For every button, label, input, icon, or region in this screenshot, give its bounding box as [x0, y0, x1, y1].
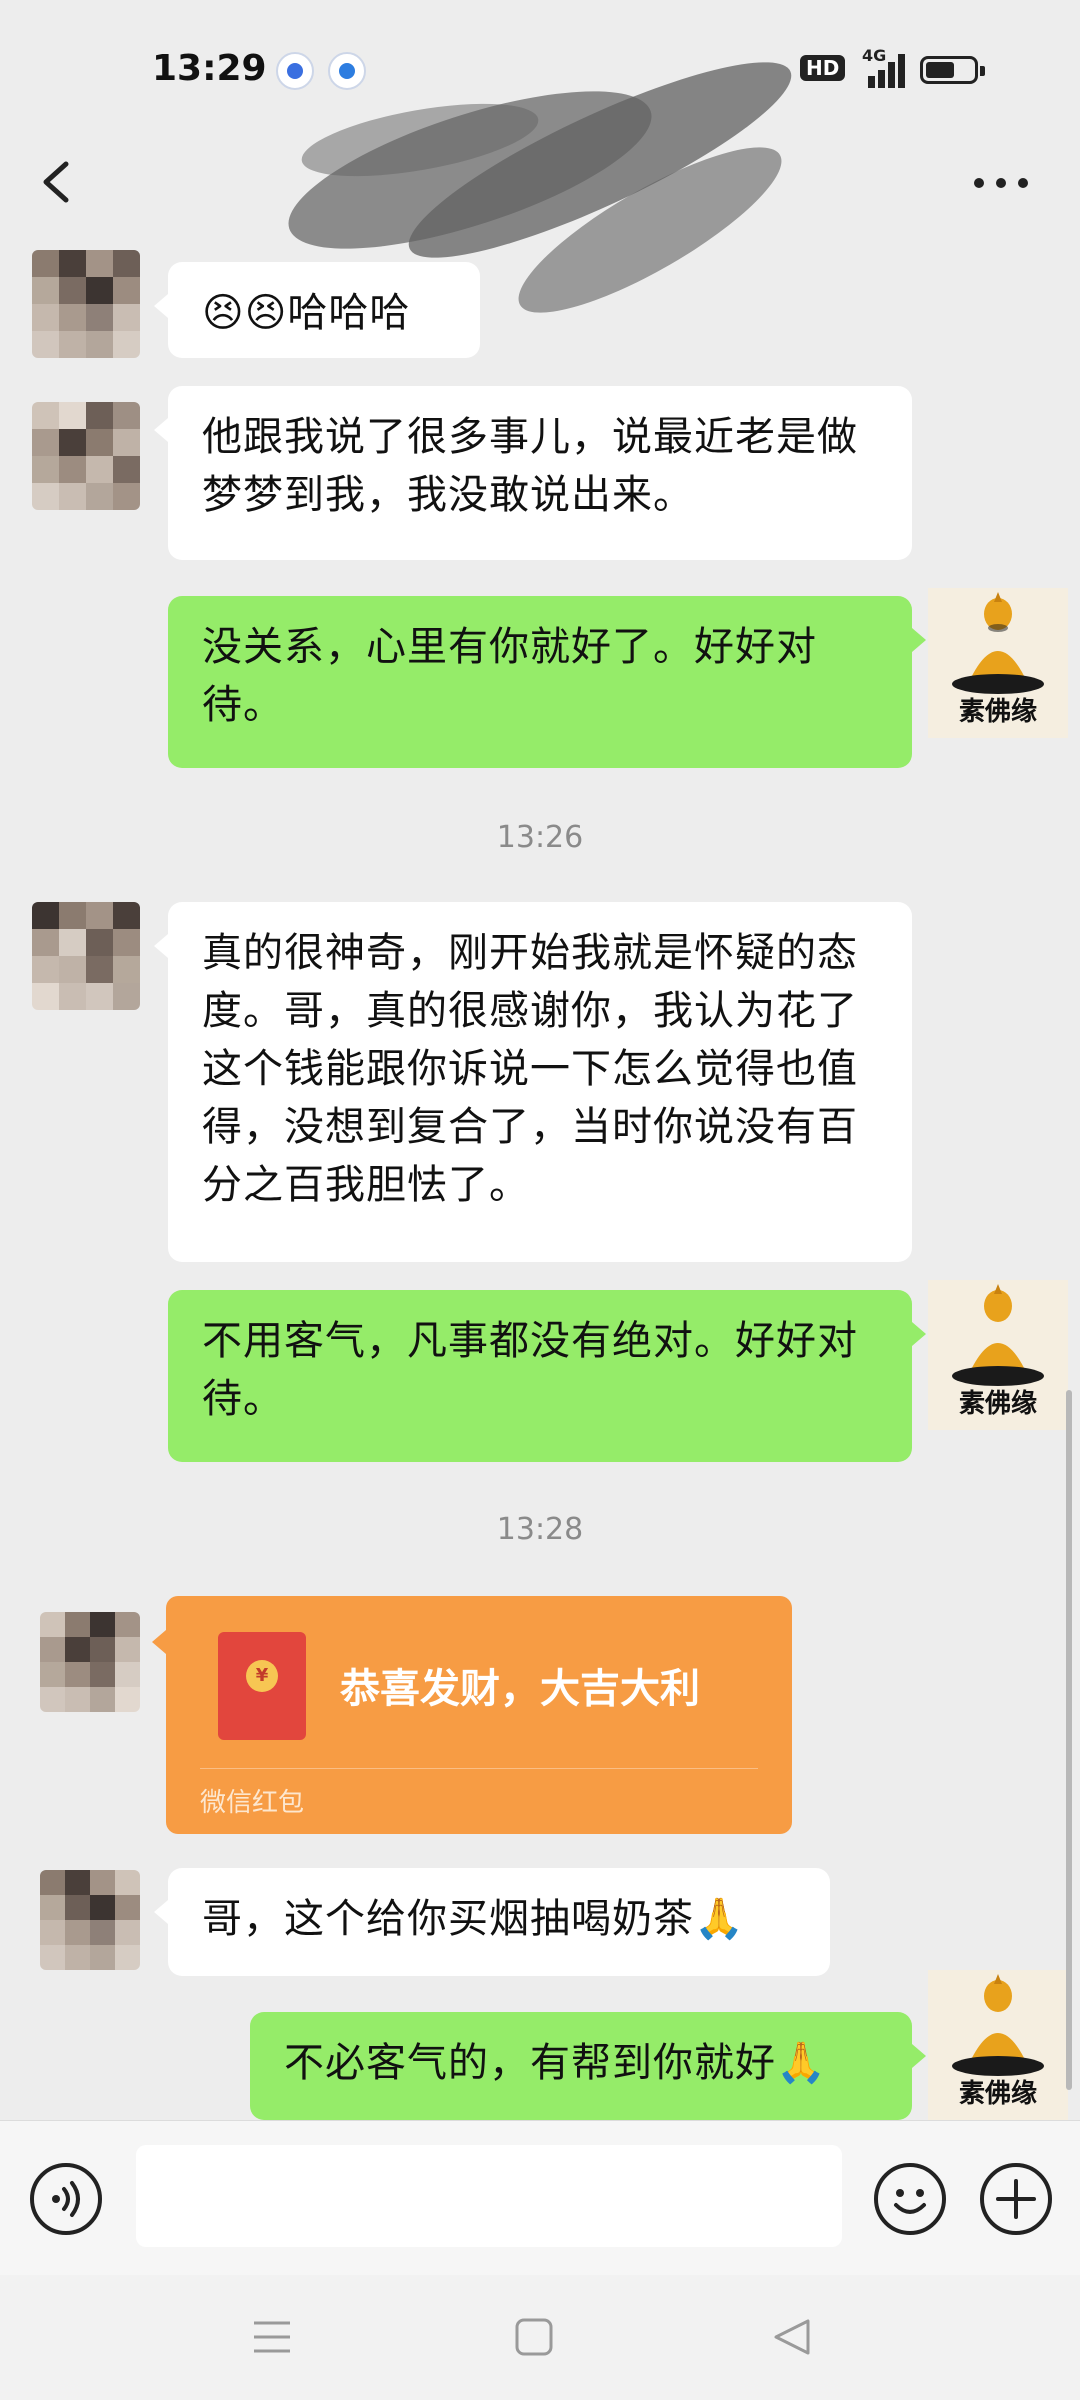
self-avatar-label: 素佛缘 [958, 697, 1037, 727]
iflytek-app-icon [328, 52, 366, 90]
red-packet-label: 微信红包 [200, 1788, 305, 1818]
status-time: 13:29 [152, 48, 267, 89]
buddha-icon [952, 1974, 1044, 2076]
plus-glyph [996, 2179, 1036, 2219]
coin-icon: ¥ [246, 1660, 278, 1692]
more-icon[interactable] [974, 178, 1030, 190]
message-bubble-incoming[interactable]: 哥，这个给你买烟抽喝奶茶🙏 [154, 1868, 830, 1976]
message-bubble-incoming[interactable]: 真的很神奇，刚开始我就是怀疑的态度。哥，真的很感谢你，我认为花了这个钱能跟你诉说… [154, 902, 912, 1262]
red-envelope-icon: ¥ [218, 1632, 306, 1740]
hd-badge: HD [800, 55, 846, 81]
contact-avatar[interactable] [32, 250, 140, 358]
message-timestamp: 13:28 [496, 1512, 584, 1547]
plus-icon[interactable] [980, 2163, 1052, 2235]
buddha-icon [952, 1284, 1044, 1386]
back-triangle-icon[interactable] [772, 2317, 812, 2357]
voice-wave-glyph [52, 2181, 80, 2217]
menu-icon[interactable] [252, 2319, 292, 2355]
self-avatar-label: 素佛缘 [958, 2079, 1037, 2109]
message-bubble-incoming[interactable]: 他跟我说了很多事儿，说最近老是做梦梦到我，我没敢说出来。 [154, 386, 912, 560]
chat-message-list[interactable]: 😣😣哈哈哈 他跟我说了很多事儿，说最近老是做梦梦到我，我没敢说出来。 没关系，心… [0, 250, 1080, 2120]
self-avatar[interactable]: 素佛缘 [928, 1280, 1068, 1430]
contact-avatar[interactable] [32, 902, 140, 1010]
red-packet-message[interactable]: ¥ 恭喜发财，大吉大利 微信红包 [152, 1596, 792, 1834]
message-timestamp: 13:26 [496, 820, 584, 855]
message-bubble-outgoing[interactable]: 没关系，心里有你就好了。好好对待。 [168, 596, 926, 768]
system-navigation-bar [0, 2275, 1080, 2400]
red-packet-divider [200, 1768, 758, 1769]
back-arrow-icon[interactable] [36, 160, 80, 204]
message-input[interactable] [136, 2145, 842, 2247]
input-bar [0, 2120, 1080, 2276]
baidu-app-icon [276, 52, 314, 90]
message-bubble-outgoing[interactable]: 不必客气的，有帮到你就好🙏 [250, 2012, 926, 2120]
red-packet-greeting: 恭喜发财，大吉大利 [340, 1666, 700, 1712]
voice-icon[interactable] [30, 2163, 102, 2235]
battery-icon [920, 56, 985, 84]
network-type-label: 4G [862, 46, 887, 65]
message-bubble-outgoing[interactable]: 不用客气，凡事都没有绝对。好好对待。 [168, 1290, 926, 1462]
contact-avatar[interactable] [40, 1612, 140, 1712]
self-avatar[interactable]: 素佛缘 [928, 588, 1068, 738]
buddha-icon [952, 592, 1044, 694]
smiley-glyph [894, 2189, 926, 2214]
contact-avatar[interactable] [40, 1870, 140, 1970]
status-bar: 13:29 HD 4G [0, 0, 1080, 140]
chat-header [0, 140, 1080, 250]
signal-icon: 4G [862, 46, 905, 88]
emoji-icon[interactable] [874, 2163, 946, 2235]
self-avatar-label: 素佛缘 [958, 1389, 1037, 1419]
message-bubble-incoming[interactable]: 😣😣哈哈哈 [154, 262, 480, 358]
chat-scrollbar[interactable] [1066, 1390, 1072, 2090]
self-avatar[interactable]: 素佛缘 [928, 1970, 1068, 2120]
home-icon[interactable] [514, 2317, 554, 2357]
contact-avatar[interactable] [32, 402, 140, 510]
